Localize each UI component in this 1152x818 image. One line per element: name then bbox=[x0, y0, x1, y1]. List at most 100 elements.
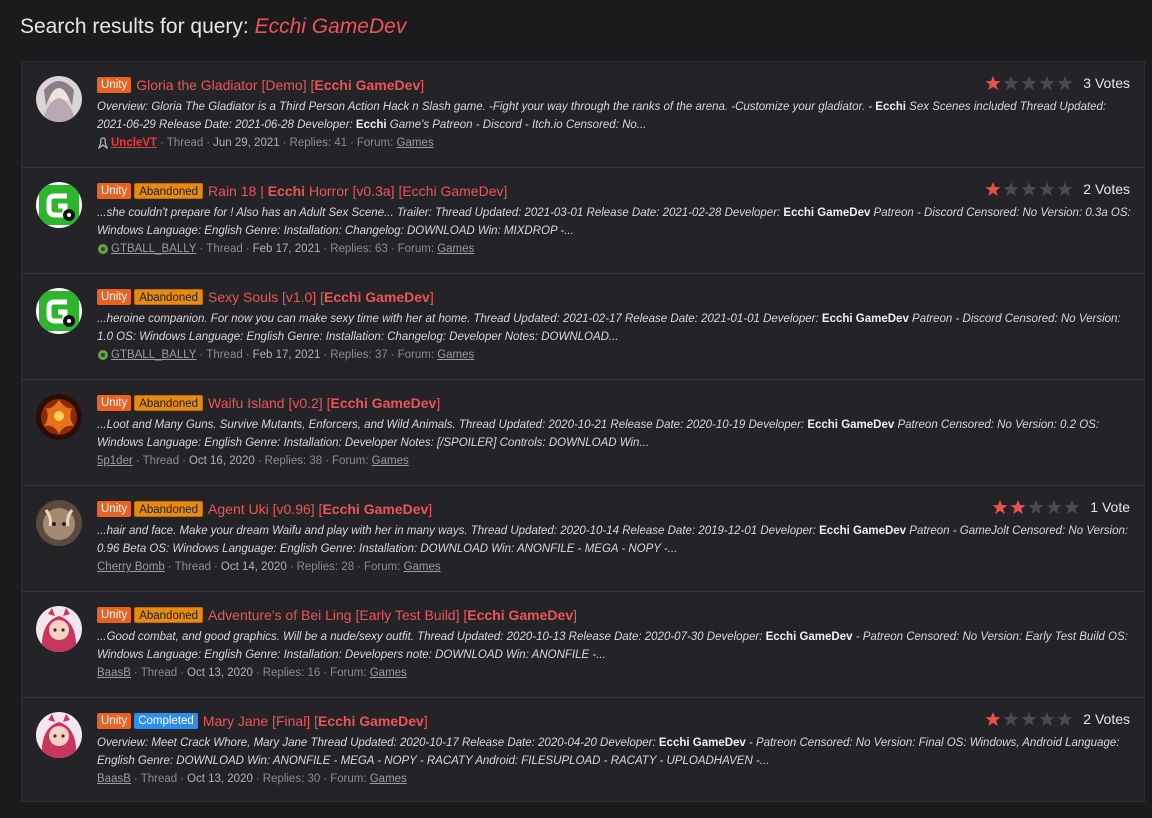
thread-title-link[interactable]: Gloria the Gladiator [Demo] [Ecchi GameD… bbox=[136, 77, 424, 93]
post-date: Jun 29, 2021 bbox=[213, 137, 280, 149]
thread-title-link[interactable]: Sexy Souls [v1.0] [Ecchi GameDev] bbox=[208, 289, 434, 305]
thread-title-link[interactable]: Mary Jane [Final] [Ecchi GameDev] bbox=[203, 713, 428, 729]
vote-count: 1 Vote bbox=[1090, 499, 1130, 515]
snippet-text: Overview: Meet Crack Whore, Mary Jane Th… bbox=[97, 737, 659, 749]
author-link[interactable]: BaasB bbox=[97, 773, 131, 785]
thread-title-link[interactable]: Waifu Island [v0.2] [Ecchi GameDev] bbox=[208, 395, 440, 411]
result-row: Unity Abandoned Sexy Souls [v1.0] [Ecchi G… bbox=[22, 274, 1144, 380]
post-date: Oct 13, 2020 bbox=[187, 773, 253, 785]
star-icon bbox=[1039, 181, 1055, 197]
meta-separator: · bbox=[206, 137, 211, 149]
status-badge[interactable]: Abandoned bbox=[134, 501, 204, 517]
vote-count: 3 Votes bbox=[1083, 75, 1130, 91]
result-row: Unity Abandoned Adventure's of Bei Ling [E… bbox=[22, 592, 1144, 698]
engine-badge[interactable]: Unity bbox=[97, 395, 132, 411]
post-date: Feb 17, 2021 bbox=[252, 349, 321, 361]
forum-link[interactable]: Games bbox=[437, 243, 474, 255]
snippet-text: Overview: Gloria The Gladiator is a Thir… bbox=[97, 101, 876, 113]
engine-badge[interactable]: Unity bbox=[97, 183, 132, 199]
user-avatar[interactable] bbox=[36, 76, 82, 122]
user-avatar[interactable] bbox=[36, 606, 82, 652]
thread-title-link[interactable]: Adventure's of Bei Ling [Early Test Buil… bbox=[208, 607, 577, 623]
user-avatar[interactable] bbox=[36, 500, 82, 546]
meta-separator: · bbox=[255, 667, 260, 679]
meta-separator: · bbox=[289, 561, 294, 573]
engine-badge[interactable]: Unity bbox=[97, 77, 132, 93]
thread-title-line: Unity Abandoned Adventure's of Bei Ling [E… bbox=[97, 606, 577, 624]
star-icon bbox=[1057, 711, 1073, 727]
thread-title-text: Sexy Souls [v1.0] [ bbox=[208, 289, 324, 305]
author-link[interactable]: GTBALL_BALLY bbox=[111, 349, 196, 361]
thread-title-text: Gloria the Gladiator [Demo] [ bbox=[136, 77, 315, 93]
forum-label: Forum: bbox=[330, 773, 367, 785]
engine-badge[interactable]: Unity bbox=[97, 713, 132, 729]
author-link[interactable]: GTBALL_BALLY bbox=[111, 243, 196, 255]
meta-separator: · bbox=[160, 137, 164, 149]
meta-separator: · bbox=[214, 561, 218, 573]
status-badge[interactable]: Completed bbox=[134, 713, 198, 729]
result-snippet: ...hair and face. Make your dream Waifu … bbox=[97, 523, 1137, 558]
meta-separator: · bbox=[133, 667, 138, 679]
snippet-highlight: Ecchi GameDev bbox=[658, 737, 746, 749]
meta-separator: · bbox=[325, 455, 330, 467]
content-type: Thread bbox=[206, 349, 243, 361]
thread-title-link[interactable]: Agent Uki [v0.96] [Ecchi GameDev] bbox=[208, 501, 432, 517]
status-badge[interactable]: Abandoned bbox=[134, 183, 204, 199]
author-link[interactable]: BaasB bbox=[97, 667, 131, 679]
author-link[interactable]: UncleVT bbox=[111, 137, 157, 149]
forum-link[interactable]: Games bbox=[370, 667, 407, 679]
meta-separator: · bbox=[133, 773, 138, 785]
reply-count: Replies: 37 bbox=[330, 349, 388, 361]
meta-separator: · bbox=[282, 137, 287, 149]
reply-count: Replies: 41 bbox=[289, 137, 348, 149]
result-meta: Cherry Bomb · Thread · Oct 14, 2020 · Replies:… bbox=[97, 561, 441, 573]
post-date: Oct 16, 2020 bbox=[188, 455, 255, 467]
snippet-text: ...hair and face. Make your dream Waifu … bbox=[97, 525, 820, 537]
thread-title-line: Unity Abandoned Waifu Island [v0.2] [Ecchi… bbox=[97, 394, 440, 412]
user-avatar[interactable] bbox=[36, 182, 82, 228]
author-link[interactable]: Cherry Bomb bbox=[97, 561, 165, 573]
result-meta: 5p1der · Thread · Oct 16, 2020 · Replies: 38 · F… bbox=[97, 455, 409, 467]
author-link[interactable]: 5p1der bbox=[97, 455, 133, 467]
forum-link[interactable]: Games bbox=[404, 561, 441, 573]
forum-link[interactable]: Games bbox=[372, 455, 409, 467]
search-results-list: Unity Gloria the Gladiator [Demo] [Ecchi … bbox=[21, 61, 1145, 802]
star-icon bbox=[1021, 181, 1037, 197]
result-row: Unity Abandoned Agent Uki [v0.96] [Ecchi G… bbox=[22, 486, 1144, 592]
vote-count: 2 Votes bbox=[1083, 711, 1130, 727]
engine-badge[interactable]: Unity bbox=[97, 289, 132, 305]
status-badge[interactable]: Abandoned bbox=[134, 289, 204, 305]
star-icon bbox=[985, 181, 1001, 197]
user-avatar[interactable] bbox=[36, 394, 82, 440]
engine-badge[interactable]: Unity bbox=[97, 607, 132, 623]
content-type: Thread bbox=[206, 243, 243, 255]
page-title: Search results for query: Ecchi GameDev bbox=[20, 15, 406, 39]
reply-count: Replies: 63 bbox=[330, 243, 388, 255]
meta-separator: · bbox=[390, 349, 395, 361]
forum-link[interactable]: Games bbox=[397, 137, 434, 149]
meta-separator: · bbox=[323, 773, 328, 785]
star-icon bbox=[1003, 711, 1019, 727]
snippet-text: ...heroine companion. For now you can ma… bbox=[97, 313, 822, 325]
status-badge[interactable]: Abandoned bbox=[134, 607, 204, 623]
user-avatar[interactable] bbox=[36, 712, 82, 758]
content-type: Thread bbox=[174, 561, 212, 573]
result-meta: GTBALL_BALLY · Thread · Feb 17, 2021 · Replies… bbox=[97, 243, 474, 255]
vote-count: 2 Votes bbox=[1083, 181, 1130, 197]
content-type: Thread bbox=[142, 455, 180, 467]
thread-title-highlight: Ecchi bbox=[267, 183, 306, 199]
star-rating bbox=[985, 181, 1075, 197]
user-avatar[interactable] bbox=[36, 288, 82, 334]
result-snippet: ...she couldn't prepare for ! Also has a… bbox=[97, 205, 1137, 240]
snippet-highlight: Ecchi bbox=[355, 118, 387, 131]
thread-title-link[interactable]: Rain 18 | Ecchi Horror [v0.3a] [Ecchi Ga… bbox=[208, 183, 507, 199]
forum-link[interactable]: Games bbox=[370, 773, 407, 785]
status-badge[interactable]: Abandoned bbox=[134, 395, 204, 411]
meta-separator: · bbox=[255, 773, 260, 785]
result-meta: UncleVT · Thread · Jun 29, 2021 · Replies: 41 ·… bbox=[97, 137, 434, 150]
reply-count: Replies: 30 bbox=[262, 773, 321, 785]
engine-badge[interactable]: Unity bbox=[97, 501, 132, 517]
rating: 1 Vote bbox=[992, 499, 1130, 515]
meta-separator: · bbox=[350, 137, 354, 149]
forum-link[interactable]: Games bbox=[437, 349, 474, 361]
